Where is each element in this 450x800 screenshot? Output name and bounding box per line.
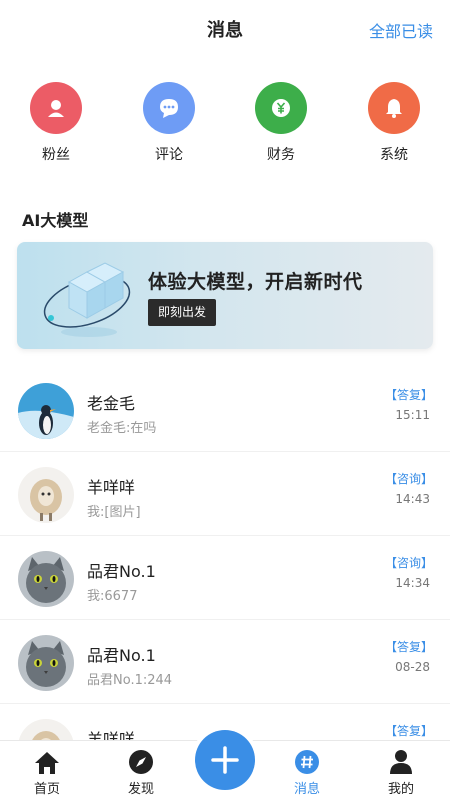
list-item[interactable]: 品君No.1 品君No.1:244 【答复】 08-28 (0, 620, 450, 704)
category-comments[interactable]: 评论 (129, 82, 209, 164)
yuan-icon (255, 82, 307, 134)
user-icon (366, 745, 436, 775)
category-label: 评论 (155, 147, 183, 163)
category-label: 粉丝 (42, 147, 70, 163)
bell-icon (368, 82, 420, 134)
message-time: 08-28 (395, 660, 430, 674)
avatar (18, 635, 74, 691)
contact-name: 羊咩咩 (87, 478, 136, 497)
start-now-button[interactable]: 即刻出发 (148, 299, 217, 326)
category-finance[interactable]: 财务 (241, 82, 321, 164)
avatar (18, 383, 74, 439)
message-preview: 品君No.1:244 (87, 673, 173, 688)
banner-headline: 体验大模型，开启新时代 (148, 271, 363, 293)
mark-all-read-button[interactable]: 全部已读 (369, 18, 433, 42)
plus-icon (211, 746, 239, 774)
list-item[interactable]: 品君No.1 我:6677 【咨询】 14:34 (0, 536, 450, 620)
message-tag: 【答复】 (384, 640, 433, 654)
message-time: 14:34 (395, 576, 430, 590)
message-preview: 我:[图片] (87, 505, 141, 520)
tab-discover[interactable]: 发现 (106, 741, 176, 800)
category-system[interactable]: 系统 (354, 82, 434, 164)
ai-section-title: AI大模型 (22, 211, 89, 230)
tab-label: 发现 (127, 782, 154, 797)
tab-label: 消息 (293, 782, 320, 797)
tab-label: 我的 (387, 782, 414, 797)
tab-label: 首页 (33, 782, 60, 797)
tab-home[interactable]: 首页 (12, 741, 82, 800)
list-item[interactable]: 老金毛 老金毛:在吗 【答复】 15:11 (0, 368, 450, 452)
header: 消息 全部已读 (0, 0, 450, 60)
cube-illustration-icon (39, 252, 139, 344)
hashtag-icon (272, 745, 342, 775)
add-button[interactable] (195, 730, 255, 790)
tab-mine[interactable]: 我的 (366, 741, 436, 800)
message-tag: 【答复】 (384, 388, 433, 402)
list-item[interactable]: 羊咩咩 我:[图片] 【咨询】 14:43 (0, 452, 450, 536)
message-tag: 【答复】 (384, 724, 433, 738)
contact-name: 品君No.1 (87, 646, 156, 665)
category-label: 财务 (267, 147, 295, 163)
chat-bubble-icon (143, 82, 195, 134)
avatar (18, 551, 74, 607)
message-tag: 【咨询】 (384, 556, 433, 570)
compass-icon (106, 745, 176, 775)
person-icon (30, 82, 82, 134)
category-row: 粉丝 评论 财务 系统 (0, 82, 450, 172)
home-icon (12, 745, 82, 775)
message-time: 15:11 (395, 408, 430, 422)
contact-name: 品君No.1 (87, 562, 156, 581)
category-label: 系统 (380, 147, 408, 163)
message-time: 14:43 (395, 492, 430, 506)
category-fans[interactable]: 粉丝 (16, 82, 96, 164)
tab-messages[interactable]: 消息 (272, 741, 342, 800)
contact-name: 老金毛 (87, 394, 136, 413)
message-tag: 【咨询】 (384, 472, 433, 486)
message-preview: 我:6677 (87, 589, 138, 604)
message-preview: 老金毛:在吗 (87, 421, 157, 436)
ai-model-banner[interactable]: 体验大模型，开启新时代 即刻出发 (17, 242, 433, 349)
avatar (18, 467, 74, 523)
